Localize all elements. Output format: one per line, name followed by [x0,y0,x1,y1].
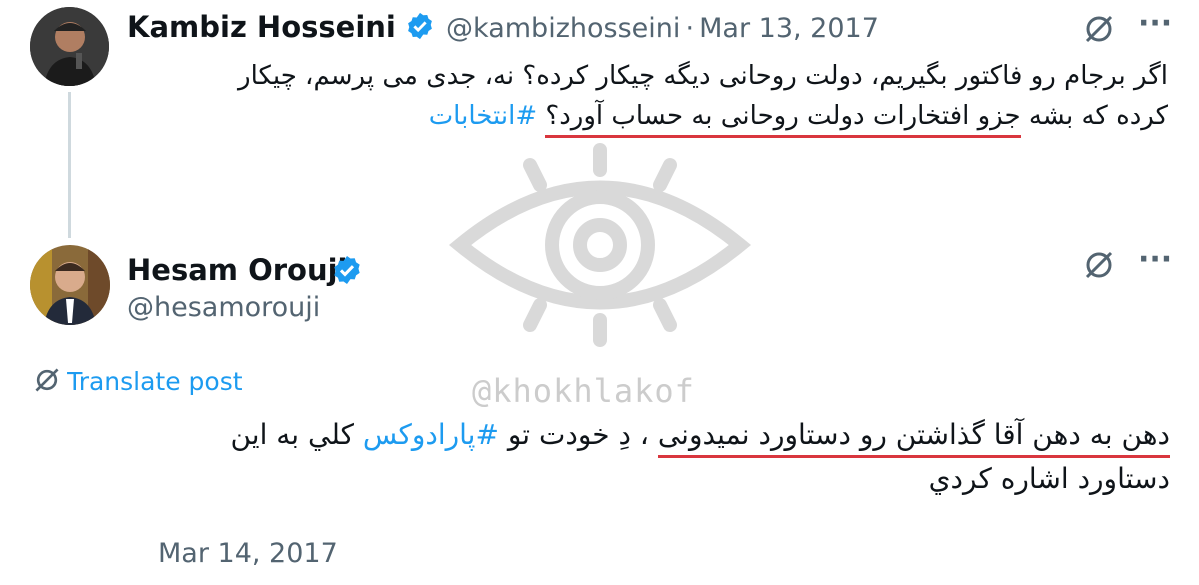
hashtag-link[interactable]: #پارادوکس [363,418,499,451]
person-avatar-icon [30,7,109,86]
tweet-date[interactable]: Mar 14, 2017 [158,538,338,569]
grok-icon[interactable] [1082,248,1116,286]
eye-watermark-icon [448,143,752,347]
tweet1-line1: اگر برجام رو فاکتور بگیریم، دولت روحانی … [238,61,1168,91]
author-name[interactable]: Kambiz Hosseini [127,10,396,44]
underlined-phrase: جزو افتخارات دولت روحانی به حساب آورد؟ [545,101,1021,138]
tweet1-header: Kambiz Hosseini @kambizhosseini · Mar 13… [127,10,879,45]
tweet1-line2: کرده که بشه جزو افتخارات دولت روحانی به … [130,96,1168,138]
grok-icon[interactable] [1082,12,1116,50]
avatar-hesam[interactable] [30,245,110,325]
author-handle[interactable]: @hesamorouji [127,292,320,323]
tweet2-text: دهن به دهن آقا گذاشتن رو دستاورد نمیدونی… [40,413,1170,501]
person-avatar-icon [30,245,110,325]
tweet2-line2: دستاورد اشاره کردي [928,462,1170,495]
tweet1-text: اگر برجام رو فاکتور بگیریم، دولت روحانی … [130,56,1168,138]
more-options-button[interactable]: ··· [1138,242,1172,277]
thread-line [68,92,71,238]
avatar-kambiz[interactable] [30,7,109,86]
more-options-button[interactable]: ··· [1138,6,1172,41]
author-name[interactable]: Hesam Orouji [127,253,348,287]
verified-badge-icon [405,11,435,45]
watermark-text: @khokhlakof [472,372,695,410]
tweet2-line1: دهن به دهن آقا گذاشتن رو دستاورد نمیدونی… [40,413,1170,458]
underlined-phrase: دهن به دهن آقا گذاشتن رو دستاورد نمیدونی [657,418,1170,458]
verified-badge-icon [331,254,363,290]
author-handle[interactable]: @kambizhosseini [446,13,680,44]
translate-label[interactable]: Translate post [67,367,242,396]
translate-icon [32,365,62,399]
separator: · [685,13,695,44]
hashtag-link[interactable]: #انتخابات [429,101,537,131]
tweet2-line1-end: كلي به این [230,418,363,451]
tweet-date[interactable]: Mar 13, 2017 [699,13,879,44]
translate-post-link[interactable]: Translate post [32,365,243,399]
tweet1-line2-start: کرده که بشه [1020,101,1168,131]
tweet2-line1-mid: ، دِ خودت تو [498,418,658,451]
